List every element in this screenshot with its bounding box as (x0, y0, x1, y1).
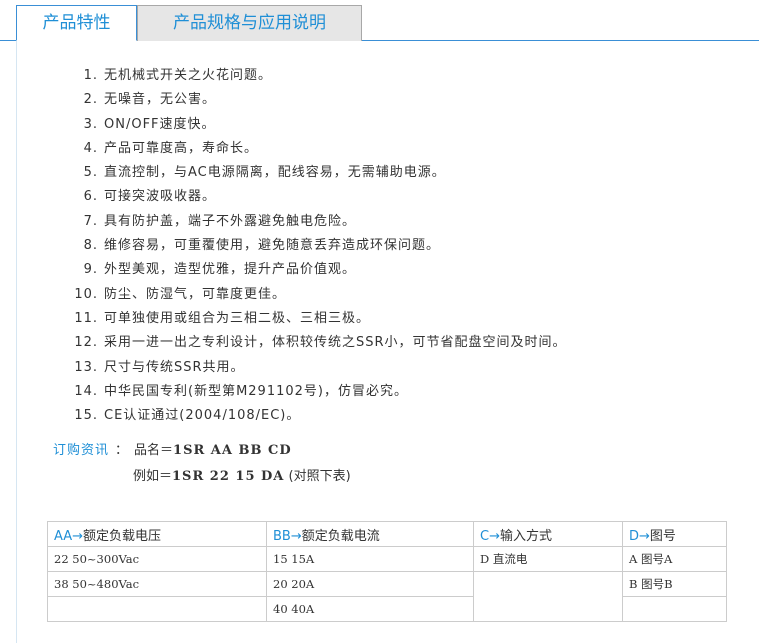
table-cell: 20 20A (266, 571, 474, 597)
feature-text: 尺寸与传统SSR共用。 (104, 359, 245, 375)
feature-number: 5. (83, 165, 98, 181)
table-row: 38 50~480Vac 20 20A B 图号B (47, 571, 727, 622)
header-text: 图号 (649, 528, 676, 544)
table-cell: 38 50~480Vac (47, 571, 267, 597)
table-cell: 22 50~300Vac (47, 546, 267, 572)
feature-text: 无机械式开关之火花问题。 (104, 68, 273, 83)
table-cell (622, 596, 727, 622)
feature-item: 1. 无机械式开关之火花问题。 (65, 64, 567, 88)
header-current: BB→额定负载电流 (266, 521, 474, 547)
feature-item: 5. 直流控制，与AC电源隔离，配线容易，无需辅助电源。 (65, 161, 567, 185)
feature-item: 12. 采用一进一出之专利设计，体积较传统之SSR小，可节省配盘空间及时间。 (65, 331, 567, 355)
feature-text: 防尘、防湿气，可靠度更佳。 (104, 286, 287, 302)
header-code: BB→ (273, 528, 302, 544)
order-name-code: 1SR AA BB CD (173, 443, 292, 458)
feature-text: 可单独使用或组合为三相二极、三相三极。 (104, 310, 371, 326)
table-cell: A 图号A (622, 546, 727, 572)
feature-item: 14. 中华民国专利(新型第M291102号)，仿冒必究。 (65, 380, 567, 404)
feature-number: 13. (74, 359, 98, 375)
feature-item: 13. 尺寸与传统SSR共用。 (65, 356, 567, 380)
feature-list: 1. 无机械式开关之火花问题。 2. 无噪音，无公害。 3. ON/OFF速度快。 4… (17, 64, 567, 428)
header-code: AA→ (54, 528, 84, 544)
feature-text: 外型美观，造型优雅，提升产品价值观。 (104, 262, 357, 278)
header-code: D→ (629, 528, 650, 544)
header-text: 输入方式 (499, 528, 552, 544)
feature-number: 12. (74, 335, 98, 351)
feature-item: 9. 外型美观，造型优雅，提升产品价值观。 (65, 258, 567, 282)
feature-text: 具有防护盖，端子不外露避免触电危险。 (104, 213, 357, 229)
spec-table-header: AA→额定负载电压 BB→额定负载电流 C→输入方式 D→图号 (47, 521, 727, 547)
header-voltage: AA→额定负载电压 (47, 521, 267, 547)
feature-text: CE认证通过(2004/108/EC)。 (104, 408, 301, 424)
spec-table: AA→额定负载电压 BB→额定负载电流 C→输入方式 D→图号 22 50~30… (47, 521, 727, 622)
order-example-note: (对照下表) (288, 469, 351, 484)
order-example-code: 1SR 22 15 DA (172, 469, 285, 484)
feature-number: 6. (83, 189, 98, 205)
feature-item: 10. 防尘、防湿气，可靠度更佳。 (65, 283, 567, 307)
feature-number: 7. (83, 213, 98, 229)
feature-number: 10. (74, 286, 98, 302)
feature-text: 采用一进一出之专利设计，体积较传统之SSR小，可节省配盘空间及时间。 (104, 335, 567, 351)
feature-text: 直流控制，与AC电源隔离，配线容易，无需辅助电源。 (104, 165, 446, 181)
order-name-row: 订购资讯 ： 品名＝1SR AA BB CD (53, 438, 351, 464)
header-code: C→ (480, 528, 500, 544)
feature-text: 无噪音，无公害。 (104, 92, 217, 108)
feature-item: 11. 可单独使用或组合为三相二极、三相三极。 (65, 307, 567, 331)
order-info: 订购资讯 ： 品名＝1SR AA BB CD 例如＝1SR 22 15 DA (对照… (53, 438, 351, 490)
feature-number: 2. (83, 92, 98, 108)
feature-number: 11. (74, 310, 98, 326)
order-example-prefix: 例如＝ (133, 469, 173, 484)
feature-number: 3. (83, 116, 98, 132)
order-name-prefix: 品名＝ (134, 443, 174, 458)
tab-bar: 产品特性 产品规格与应用说明 (0, 0, 759, 41)
feature-item: 2. 无噪音，无公害。 (65, 88, 567, 112)
order-info-label: 订购资讯 (53, 443, 110, 458)
feature-item: 4. 产品可靠度高，寿命长。 (65, 137, 567, 161)
feature-number: 4. (83, 140, 98, 156)
table-cell: D 直流电 (473, 546, 623, 572)
tab-content: 1. 无机械式开关之火花问题。 2. 无噪音，无公害。 3. ON/OFF速度快。 4… (16, 41, 759, 643)
feature-item: 6. 可接突波吸收器。 (65, 185, 567, 209)
table-cell (47, 596, 267, 622)
feature-text: ON/OFF速度快。 (104, 116, 216, 132)
feature-text: 中华民国专利(新型第M291102号)，仿冒必究。 (104, 383, 408, 399)
table-row: 40 40A (47, 596, 727, 622)
order-example-row: 例如＝1SR 22 15 DA (对照下表) (53, 464, 351, 490)
feature-text: 维修容易，可重覆使用，避免随意丢弃造成环保问题。 (104, 238, 441, 254)
feature-item: 15. CE认证通过(2004/108/EC)。 (65, 404, 567, 428)
table-row: 22 50~300Vac 15 15A D 直流电 A 图号A (47, 546, 727, 572)
header-input: C→输入方式 (473, 521, 623, 547)
tab-product-specs[interactable]: 产品规格与应用说明 (137, 5, 362, 41)
table-cell: B 图号B (622, 571, 727, 597)
feature-item: 3. ON/OFF速度快。 (65, 113, 567, 137)
feature-number: 1. (83, 68, 98, 83)
table-cell: 40 40A (266, 596, 474, 622)
feature-number: 8. (83, 238, 98, 254)
header-text: 额定负载电压 (83, 528, 162, 544)
table-cell (473, 571, 623, 622)
feature-number: 14. (74, 383, 98, 399)
feature-text: 产品可靠度高，寿命长。 (104, 140, 259, 156)
tab-product-features[interactable]: 产品特性 (16, 5, 137, 41)
feature-item: 8. 维修容易，可重覆使用，避免随意丢弃造成环保问题。 (65, 234, 567, 258)
order-colon: ： (115, 443, 129, 458)
header-figure: D→图号 (622, 521, 727, 547)
feature-text: 可接突波吸收器。 (104, 189, 217, 205)
header-text: 额定负载电流 (301, 528, 380, 544)
feature-item: 7. 具有防护盖，端子不外露避免触电危险。 (65, 210, 567, 234)
feature-number: 9. (83, 262, 98, 278)
table-cell: 15 15A (266, 546, 474, 572)
feature-number: 15. (74, 408, 98, 424)
